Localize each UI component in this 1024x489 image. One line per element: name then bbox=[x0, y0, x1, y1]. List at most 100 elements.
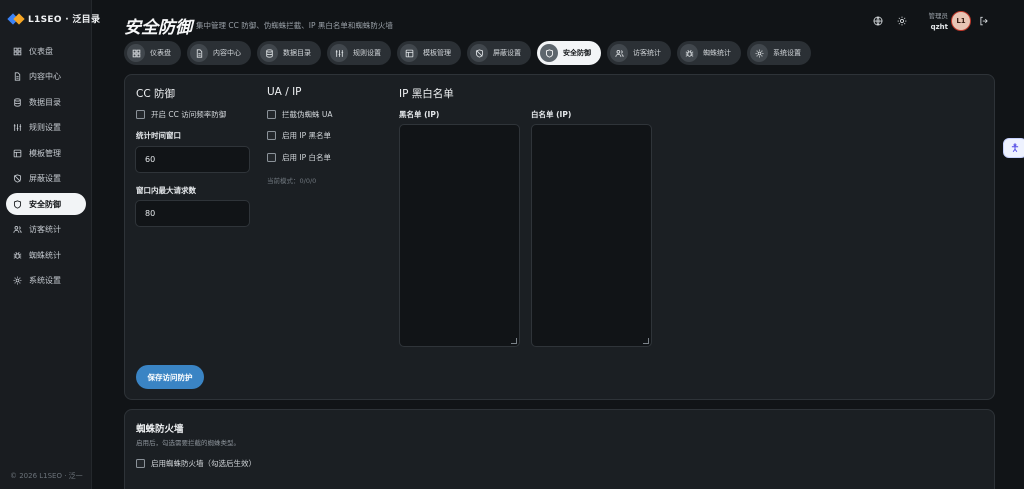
top-tabs: 仪表盘 内容中心 数据目录 规则设置 模板管理 屏蔽设置 安全防御 访客统计 蜘蛛统计 系统设置 bbox=[124, 41, 811, 65]
tab-label: 系统设置 bbox=[773, 49, 801, 57]
brand-name: L1SEO · 泛目录 bbox=[28, 15, 101, 25]
sidebar-item-block[interactable]: 屏蔽设置 bbox=[6, 168, 86, 190]
tab-label: 模板管理 bbox=[423, 49, 451, 57]
tab-label: 屏蔽设置 bbox=[493, 49, 521, 57]
sidebar-item-label: 蜘蛛统计 bbox=[29, 250, 61, 260]
tab-template[interactable]: 模板管理 bbox=[397, 41, 461, 65]
cc-max-label: 窗口内最大请求数 bbox=[136, 186, 196, 195]
sidebar-item-users[interactable]: 访客统计 bbox=[6, 219, 86, 241]
firewall-enable-checkbox-row[interactable]: 启用蜘蛛防火墙（勾选后生效） bbox=[136, 458, 256, 469]
template-icon bbox=[400, 44, 418, 62]
tab-label: 安全防御 bbox=[563, 49, 591, 57]
blacklist-label: 黑名单 (IP) bbox=[399, 110, 440, 119]
ip-whitelist-label: 启用 IP 白名单 bbox=[282, 153, 332, 162]
users-icon bbox=[610, 44, 628, 62]
sidebar-item-label: 模板管理 bbox=[29, 148, 61, 158]
sidebar-item-label: 数据目录 bbox=[29, 97, 61, 107]
sidebar-item-label: 规则设置 bbox=[29, 123, 61, 132]
resize-grip-icon[interactable] bbox=[643, 338, 649, 344]
block-icon bbox=[12, 174, 22, 184]
ip-blacklist-checkbox[interactable] bbox=[267, 131, 276, 140]
tab-label: 仪表盘 bbox=[150, 49, 171, 57]
security-card: CC 防御 开启 CC 访问频率防御 统计时间窗口 60 窗口内最大请求数 80… bbox=[124, 74, 995, 400]
users-icon bbox=[12, 225, 22, 235]
sidebar-item-spider[interactable]: 蜘蛛统计 bbox=[6, 244, 86, 266]
firewall-enable-label: 启用蜘蛛防火墙（勾选后生效） bbox=[151, 459, 256, 468]
tab-block[interactable]: 屏蔽设置 bbox=[467, 41, 531, 65]
shield-icon bbox=[12, 199, 22, 209]
cc-enable-checkbox-row[interactable]: 开启 CC 访问频率防御 bbox=[136, 109, 226, 120]
shield-icon bbox=[540, 44, 558, 62]
fake-spider-checkbox-row[interactable]: 拦截伪蜘蛛 UA bbox=[267, 109, 333, 120]
blacklist-textarea[interactable] bbox=[399, 124, 520, 347]
ip-whitelist-checkbox[interactable] bbox=[267, 153, 276, 162]
tab-label: 访客统计 bbox=[633, 49, 661, 57]
cc-window-input[interactable]: 60 bbox=[135, 146, 250, 173]
ip-blacklist-label: 启用 IP 黑名单 bbox=[282, 131, 332, 140]
cc-window-label: 统计时间窗口 bbox=[136, 131, 181, 140]
firewall-title: 蜘蛛防火墙 bbox=[136, 424, 184, 435]
gear-icon bbox=[12, 276, 22, 286]
user-info: 管理员 qzht bbox=[918, 10, 949, 31]
page-title: 安全防御 bbox=[124, 18, 192, 38]
sidebar-item-label: 仪表盘 bbox=[29, 46, 53, 56]
database-icon bbox=[260, 44, 278, 62]
tab-label: 内容中心 bbox=[213, 49, 241, 57]
sidebar-item-shield[interactable]: 安全防御 bbox=[6, 193, 86, 215]
sidebar-item-rules[interactable]: 规则设置 bbox=[6, 117, 86, 139]
accessibility-icon[interactable] bbox=[1003, 138, 1024, 158]
tab-users[interactable]: 访客统计 bbox=[607, 41, 671, 65]
whitelist-textarea[interactable] bbox=[531, 124, 652, 347]
logout-icon[interactable] bbox=[978, 15, 990, 27]
template-icon bbox=[12, 148, 22, 158]
user-role: 管理员 bbox=[928, 12, 949, 20]
gear-icon bbox=[750, 44, 768, 62]
document-icon bbox=[12, 72, 22, 82]
tab-database[interactable]: 数据目录 bbox=[257, 41, 321, 65]
firewall-enable-checkbox[interactable] bbox=[136, 459, 145, 468]
iplists-section-title: IP 黑白名单 bbox=[399, 88, 454, 100]
sidebar-item-template[interactable]: 模板管理 bbox=[6, 142, 86, 164]
whitelist-label: 白名单 (IP) bbox=[531, 110, 572, 119]
brand-logo-icon bbox=[7, 12, 25, 25]
spider-icon bbox=[680, 44, 698, 62]
sidebar-item-label: 屏蔽设置 bbox=[29, 174, 61, 183]
tab-dashboard[interactable]: 仪表盘 bbox=[124, 41, 181, 65]
tab-rules[interactable]: 规则设置 bbox=[327, 41, 391, 65]
sidebar-item-dashboard[interactable]: 仪表盘 bbox=[6, 40, 86, 62]
rules-icon bbox=[330, 44, 348, 62]
cc-enable-label: 开启 CC 访问频率防御 bbox=[151, 110, 227, 119]
sidebar-item-label: 访客统计 bbox=[29, 225, 61, 234]
sidebar-item-label: 系统设置 bbox=[29, 276, 61, 285]
firewall-desc: 启用后，勾选需要拦截的蜘蛛类型。 bbox=[136, 439, 240, 447]
cc-section-title: CC 防御 bbox=[136, 88, 176, 100]
avatar[interactable]: L1 bbox=[951, 11, 971, 31]
spider-firewall-card: 蜘蛛防火墙 启用后，勾选需要拦截的蜘蛛类型。 启用蜘蛛防火墙（勾选后生效） bbox=[124, 409, 995, 489]
tab-shield[interactable]: 安全防御 bbox=[537, 41, 601, 65]
brand[interactable]: L1SEO · 泛目录 bbox=[7, 12, 101, 25]
sidebar-item-document[interactable]: 内容中心 bbox=[6, 66, 86, 88]
sidebar: L1SEO · 泛目录 仪表盘内容中心数据目录规则设置模板管理屏蔽设置安全防御访… bbox=[0, 0, 100, 489]
ip-whitelist-checkbox-row[interactable]: 启用 IP 白名单 bbox=[267, 152, 331, 163]
tab-document[interactable]: 内容中心 bbox=[187, 41, 251, 65]
sidebar-nav: 仪表盘内容中心数据目录规则设置模板管理屏蔽设置安全防御访客统计蜘蛛统计系统设置 bbox=[6, 40, 86, 295]
settings-gear-icon[interactable] bbox=[896, 15, 908, 27]
tab-gear[interactable]: 系统设置 bbox=[747, 41, 811, 65]
fake-spider-label: 拦截伪蜘蛛 UA bbox=[282, 110, 333, 119]
sidebar-item-database[interactable]: 数据目录 bbox=[6, 91, 86, 113]
cc-max-input[interactable]: 80 bbox=[135, 200, 250, 227]
globe-icon[interactable] bbox=[872, 15, 884, 27]
uaip-section-title: UA / IP bbox=[267, 86, 302, 98]
save-access-protection-button[interactable]: 保存访问防护 bbox=[136, 365, 204, 389]
sidebar-item-gear[interactable]: 系统设置 bbox=[6, 270, 86, 292]
rules-icon bbox=[12, 123, 22, 133]
ip-blacklist-checkbox-row[interactable]: 启用 IP 黑名单 bbox=[267, 130, 331, 141]
dashboard-icon bbox=[127, 44, 145, 62]
tab-spider[interactable]: 蜘蛛统计 bbox=[677, 41, 741, 65]
resize-grip-icon[interactable] bbox=[511, 338, 517, 344]
cc-enable-checkbox[interactable] bbox=[136, 110, 145, 119]
fake-spider-checkbox[interactable] bbox=[267, 110, 276, 119]
tab-label: 数据目录 bbox=[283, 49, 311, 57]
document-icon bbox=[190, 44, 208, 62]
tab-label: 规则设置 bbox=[353, 49, 381, 57]
